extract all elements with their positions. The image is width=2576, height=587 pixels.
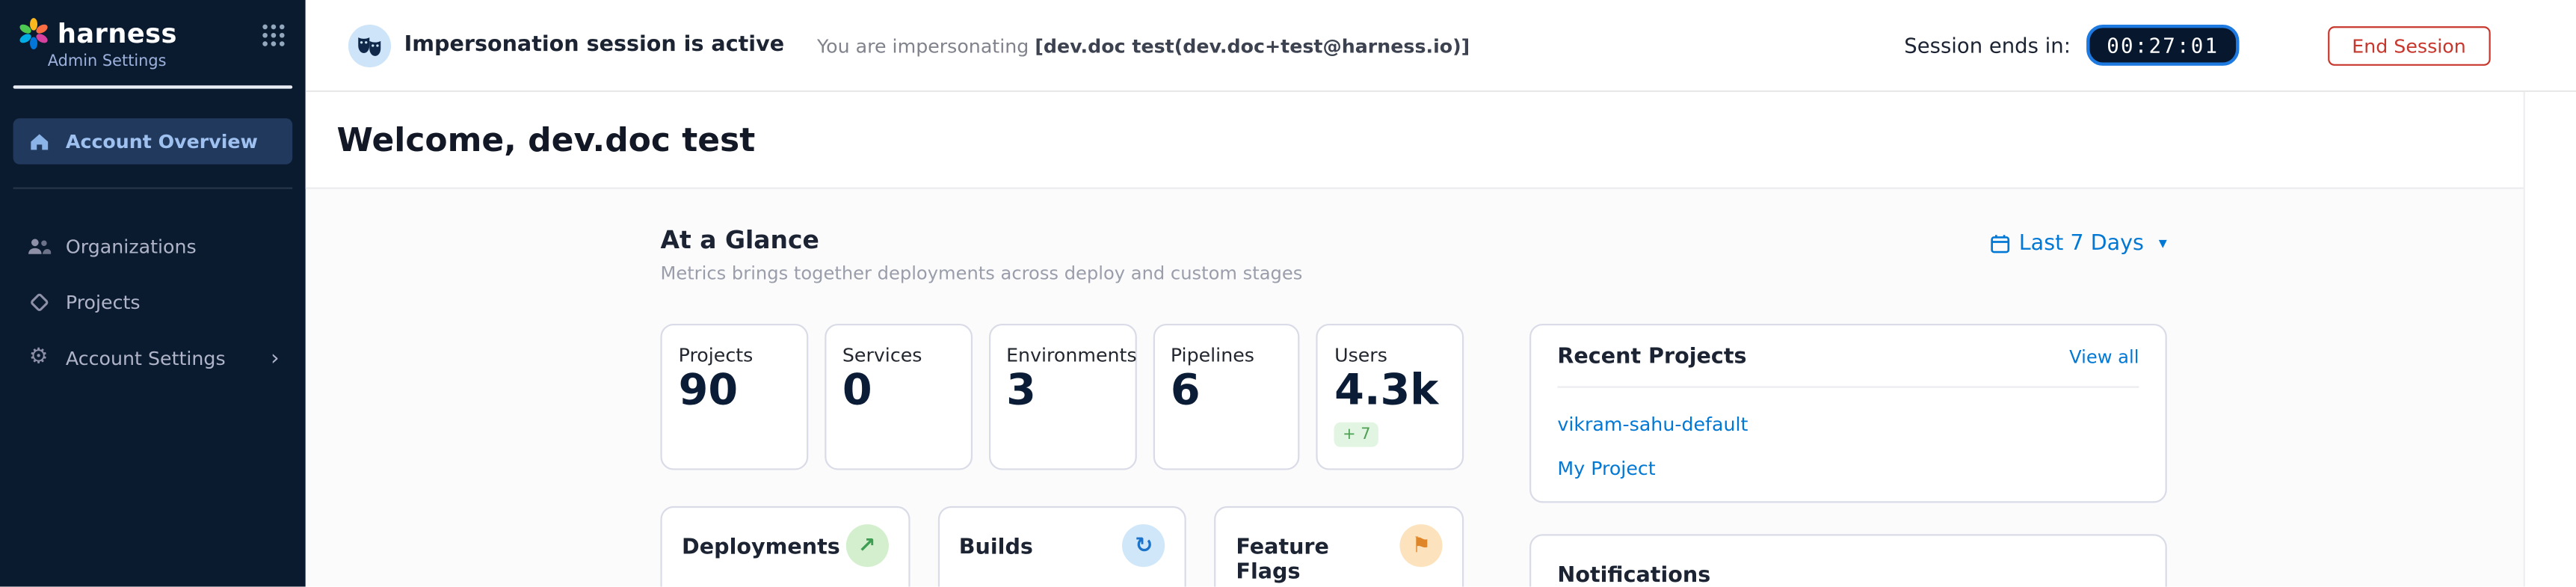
impersonation-title: Impersonation session is active	[404, 33, 784, 58]
sidebar-item-label: Account Settings	[66, 347, 226, 370]
stat-label: Pipelines	[1171, 343, 1282, 366]
session-ends-label: Session ends in:	[1904, 33, 2071, 58]
module-label: Deployments	[682, 535, 840, 560]
sidebar-item-label: Organizations	[66, 235, 197, 258]
calendar-icon	[1989, 233, 2011, 255]
sidebar-item-organizations[interactable]: Organizations	[13, 224, 293, 270]
recent-projects-title: Recent Projects	[1557, 345, 1746, 370]
sidebar-divider	[13, 188, 293, 189]
impersonation-banner: Impersonation session is active You are …	[306, 0, 2576, 92]
recent-projects-panel: Recent Projects View all vikram-sahu-def…	[1529, 324, 2167, 503]
welcome-bar: Welcome, dev.doc test	[306, 92, 2576, 189]
impersonation-masks-icon	[348, 24, 391, 67]
sidebar-item-label: Account Overview	[66, 130, 258, 153]
app-grid-icon[interactable]	[261, 23, 286, 48]
users-delta-badge: + 7	[1334, 422, 1378, 447]
builds-icon: ↻	[1123, 524, 1165, 567]
session-timer: 00:27:01	[2087, 25, 2239, 66]
stat-value: 4.3k	[1334, 369, 1446, 414]
stat-card-services: Services 0	[825, 324, 972, 470]
stats-row: Projects 90 Services 0 Environments 3	[660, 324, 1464, 470]
notifications-panel: Notifications	[1529, 534, 2167, 586]
scroll-gutter[interactable]	[2524, 92, 2576, 587]
harness-logo[interactable]: harness	[16, 16, 177, 51]
main: Impersonation session is active You are …	[306, 0, 2576, 587]
panel-divider	[1557, 386, 2139, 387]
sidebar: harness Admin Settings Account Overview	[0, 0, 306, 587]
organizations-icon	[26, 235, 51, 258]
stat-card-projects: Projects 90	[660, 324, 807, 470]
content: At a Glance Metrics brings together depl…	[306, 189, 2576, 587]
stat-card-environments: Environments 3	[988, 324, 1136, 470]
page-title: Welcome, dev.doc test	[337, 120, 756, 159]
recent-project-link[interactable]: vikram-sahu-default	[1557, 413, 2139, 436]
impersonation-subtitle: You are impersonating [dev.doc test(dev.…	[817, 34, 1470, 57]
sidebar-item-account-overview[interactable]: Account Overview	[13, 118, 293, 165]
caret-down-icon: ▾	[2159, 235, 2167, 253]
module-card-builds[interactable]: Builds ↻	[937, 506, 1186, 587]
view-all-link[interactable]: View all	[2069, 347, 2139, 369]
deployments-icon: ↗	[845, 524, 888, 567]
stat-label: Users	[1334, 343, 1446, 366]
stat-value: 3	[1006, 369, 1118, 414]
date-range-picker[interactable]: Last 7 Days ▾	[1989, 232, 2167, 256]
glance-subtitle: Metrics brings together deployments acro…	[660, 263, 1302, 285]
end-session-button[interactable]: End Session	[2327, 25, 2490, 65]
app: harness Admin Settings Account Overview	[0, 0, 2576, 587]
notifications-title: Notifications	[1557, 564, 1710, 587]
chevron-right-icon: ›	[271, 348, 279, 369]
stat-label: Projects	[679, 343, 790, 366]
stat-value: 90	[679, 369, 790, 414]
sidebar-nav: Account Overview Organizations	[0, 118, 306, 381]
sidebar-item-projects[interactable]: Projects	[13, 280, 293, 326]
stat-value: 0	[842, 369, 954, 414]
sidebar-item-account-settings[interactable]: ⚙ Account Settings ›	[13, 335, 293, 381]
stat-card-pipelines: Pipelines 6	[1153, 324, 1300, 470]
harness-logo-icon	[16, 16, 51, 51]
stat-card-users: Users 4.3k + 7	[1316, 324, 1464, 470]
module-label: Builds	[959, 535, 1033, 560]
glance-title: At a Glance	[660, 225, 1302, 255]
modules-row: Deployments ↗ Builds ↻ Feature Flags ⚑	[660, 506, 1464, 587]
logo-wordmark: harness	[58, 18, 177, 49]
module-card-deployments[interactable]: Deployments ↗	[660, 506, 909, 587]
stat-value: 6	[1171, 369, 1282, 414]
sidebar-subtitle: Admin Settings	[48, 52, 306, 70]
module-card-feature-flags[interactable]: Feature Flags ⚑	[1215, 506, 1464, 587]
feature-flags-icon: ⚑	[1400, 524, 1443, 567]
stat-label: Environments	[1006, 343, 1118, 366]
impersonated-user: [dev.doc test(dev.doc+test@harness.io)]	[1035, 34, 1470, 57]
stat-label: Services	[842, 343, 954, 366]
recent-project-link[interactable]: My Project	[1557, 457, 2139, 480]
impersonation-prefix: You are impersonating	[817, 34, 1035, 57]
home-icon	[26, 130, 51, 153]
logo-underline	[13, 85, 293, 88]
module-label: Feature Flags	[1236, 535, 1399, 585]
date-range-label: Last 7 Days	[2019, 232, 2144, 256]
projects-icon	[26, 291, 51, 314]
sidebar-item-label: Projects	[66, 291, 141, 314]
